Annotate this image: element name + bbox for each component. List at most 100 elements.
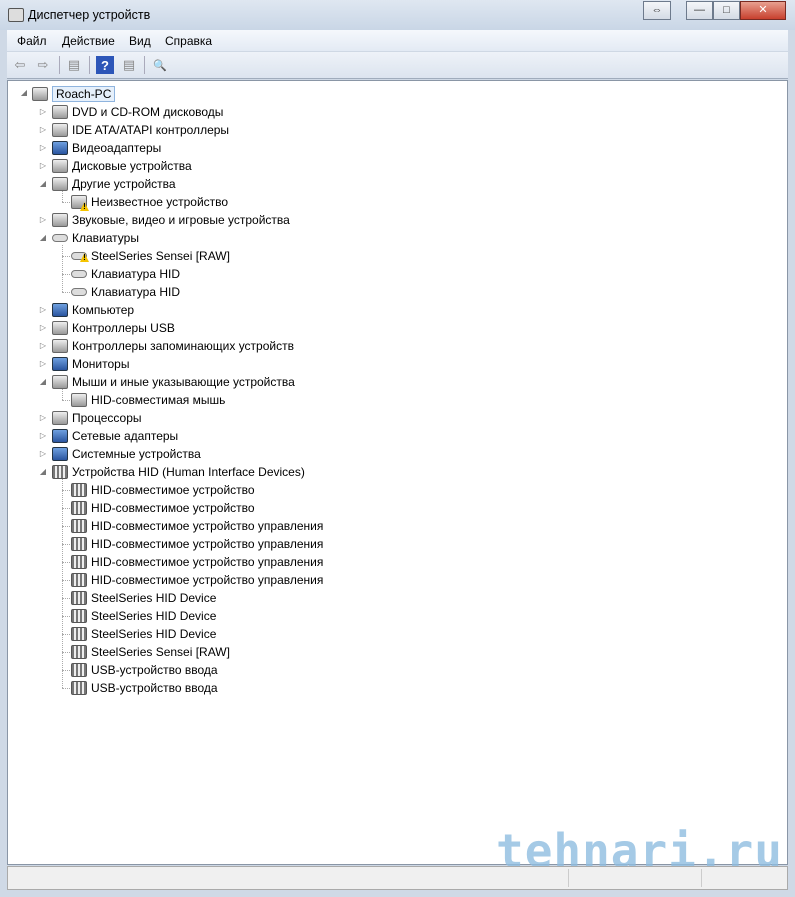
tree-device[interactable]: USB-устройство ввода — [71, 679, 218, 697]
collapse-arrow-icon[interactable]: ◢ — [20, 88, 28, 97]
help-icon[interactable]: ? — [96, 56, 114, 74]
tree-category[interactable]: Видеоадаптеры — [52, 139, 161, 157]
maximize-button[interactable]: □ — [713, 1, 740, 20]
tree-device[interactable]: SteelSeries HID Device — [71, 589, 216, 607]
tree-item-label: HID-совместимое устройство управления — [91, 573, 324, 587]
show-hide-action-pane-icon[interactable]: ▤ — [120, 56, 138, 74]
tree-item-label: Мыши и иные указывающие устройства — [72, 375, 295, 389]
tree-connector — [62, 598, 70, 599]
tree-root[interactable]: Roach-PC — [32, 85, 116, 103]
computer-icon — [32, 87, 48, 101]
device-icon — [52, 213, 68, 227]
tree-item-label: Звуковые, видео и игровые устройства — [72, 213, 290, 227]
forward-arrow-icon[interactable]: ⇨ — [34, 56, 52, 74]
collapse-arrow-icon[interactable]: ◢ — [39, 467, 47, 476]
menu-view[interactable]: Вид — [129, 34, 151, 48]
close-button[interactable]: ✕ — [740, 1, 786, 20]
tree-connector — [62, 389, 63, 400]
device-icon — [52, 159, 68, 173]
expand-arrow-icon[interactable]: ▷ — [39, 323, 47, 332]
tree-device[interactable]: HID-совместимое устройство — [71, 481, 255, 499]
tree-category[interactable]: Компьютер — [52, 301, 134, 319]
expand-arrow-icon[interactable]: ▷ — [39, 161, 47, 170]
tree-item-label: Системные устройства — [72, 447, 201, 461]
collapse-arrow-icon[interactable]: ◢ — [39, 377, 47, 386]
tree-connector — [62, 202, 70, 203]
tree-category[interactable]: IDE ATA/ATAPI контроллеры — [52, 121, 229, 139]
device-icon — [52, 105, 68, 119]
minimize-button[interactable]: — — [686, 1, 713, 20]
menu-bar: Файл Действие Вид Справка — [7, 30, 788, 52]
tree-category[interactable]: Другие устройства — [52, 175, 176, 193]
status-bar — [7, 866, 788, 890]
tree-device[interactable]: HID-совместимое устройство управления — [71, 535, 323, 553]
back-arrow-icon[interactable]: ⇦ — [11, 56, 29, 74]
tree-device[interactable]: HID-совместимое устройство — [71, 499, 255, 517]
tree-connector — [62, 479, 63, 688]
tree-item-label: HID-совместимое устройство — [91, 483, 255, 497]
collapse-arrow-icon[interactable]: ◢ — [39, 179, 47, 188]
device-icon — [52, 375, 68, 389]
tree-device[interactable]: HID-совместимая мышь — [71, 391, 225, 409]
expand-arrow-icon[interactable]: ▷ — [39, 341, 47, 350]
tree-category[interactable]: Контроллеры запоминающих устройств — [52, 337, 294, 355]
tree-category[interactable]: Мыши и иные указывающие устройства — [52, 373, 295, 391]
tree-item-label: Мониторы — [72, 357, 130, 371]
tree-connector — [62, 616, 70, 617]
toolbar-separator — [59, 56, 60, 74]
tree-device[interactable]: HID-совместимое устройство управления — [71, 571, 323, 589]
tree-device[interactable]: Клавиатура HID — [71, 283, 180, 301]
toolbar-separator — [144, 56, 145, 74]
tree-category[interactable]: Устройства HID (Human Interface Devices) — [52, 463, 305, 481]
show-hide-console-tree-icon[interactable]: ▤ — [65, 56, 83, 74]
device-icon-warning — [71, 195, 87, 209]
tree-item-label: SteelSeries HID Device — [91, 609, 217, 623]
hid-device-icon — [71, 537, 87, 551]
tree-category[interactable]: Сетевые адаптеры — [52, 427, 178, 445]
menu-file[interactable]: Файл — [17, 34, 47, 48]
expand-arrow-icon[interactable]: ▷ — [39, 413, 47, 422]
tree-device[interactable]: HID-совместимое устройство управления — [71, 553, 323, 571]
expand-arrow-icon[interactable]: ▷ — [39, 125, 47, 134]
hid-device-icon — [71, 501, 87, 515]
title-bar: Диспетчер устройств ⇔ — □ ✕ — [0, 0, 795, 30]
tree-device[interactable]: SteelSeries HID Device — [71, 607, 216, 625]
tree-category[interactable]: Системные устройства — [52, 445, 201, 463]
tree-item-label: SteelSeries HID Device — [91, 591, 217, 605]
tree-device[interactable]: USB-устройство ввода — [71, 661, 218, 679]
tree-device[interactable]: SteelSeries Sensei [RAW] — [71, 247, 230, 265]
tree-device[interactable]: HID-совместимое устройство управления — [71, 517, 323, 535]
collapse-arrow-icon[interactable]: ◢ — [39, 233, 47, 242]
expand-arrow-icon[interactable]: ▷ — [39, 215, 47, 224]
scan-hardware-icon[interactable]: 🔍 — [151, 56, 169, 74]
tree-connector — [62, 508, 70, 509]
device-icon — [52, 303, 68, 317]
expand-arrow-icon[interactable]: ▷ — [39, 143, 47, 152]
tree-category[interactable]: DVD и CD-ROM дисководы — [52, 103, 223, 121]
expand-arrow-icon[interactable]: ▷ — [39, 305, 47, 314]
tree-category[interactable]: Мониторы — [52, 355, 129, 373]
snap-button[interactable]: ⇔ — [643, 1, 671, 20]
tree-category[interactable]: Клавиатуры — [52, 229, 139, 247]
device-icon — [52, 357, 68, 371]
device-icon — [52, 321, 68, 335]
keyboard-icon — [52, 234, 68, 242]
tree-category[interactable]: Дисковые устройства — [52, 157, 192, 175]
tree-device[interactable]: Неизвестное устройство — [71, 193, 228, 211]
tree-device[interactable]: SteelSeries HID Device — [71, 625, 216, 643]
tree-category[interactable]: Процессоры — [52, 409, 142, 427]
menu-action[interactable]: Действие — [62, 34, 115, 48]
tree-category[interactable]: Звуковые, видео и игровые устройства — [52, 211, 290, 229]
tree-item-label: Клавиатура HID — [91, 285, 180, 299]
tree-device[interactable]: SteelSeries Sensei [RAW] — [71, 643, 230, 661]
expand-arrow-icon[interactable]: ▷ — [39, 449, 47, 458]
tree-connector — [62, 688, 70, 689]
window-title: Диспетчер устройств — [28, 8, 151, 22]
expand-arrow-icon[interactable]: ▷ — [39, 107, 47, 116]
menu-help[interactable]: Справка — [165, 34, 212, 48]
device-tree: ◢ Roach-PC tehnari.ru DVD и CD-ROM диско… — [7, 80, 788, 878]
tree-category[interactable]: Контроллеры USB — [52, 319, 175, 337]
expand-arrow-icon[interactable]: ▷ — [39, 359, 47, 368]
expand-arrow-icon[interactable]: ▷ — [39, 431, 47, 440]
tree-device[interactable]: Клавиатура HID — [71, 265, 180, 283]
